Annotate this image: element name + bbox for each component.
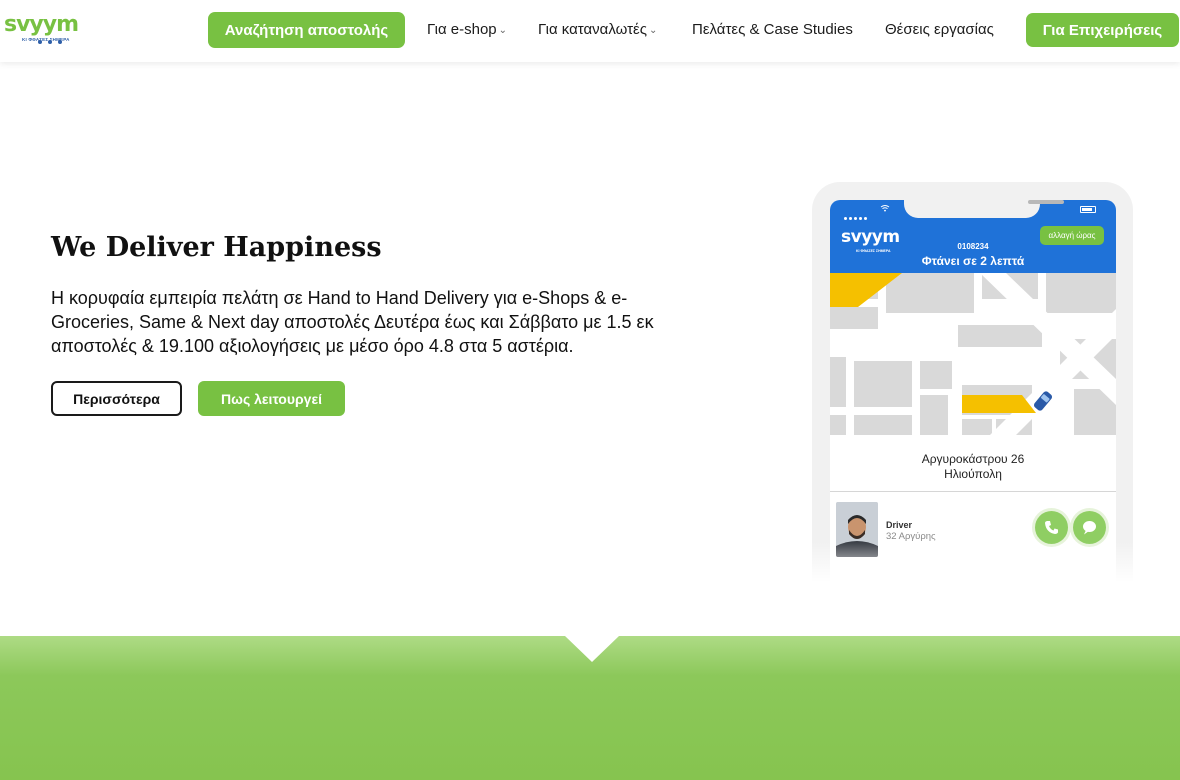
signal-icon (844, 207, 869, 225)
nav-item-clients-case-studies[interactable]: Πελάτες & Case Studies (692, 21, 853, 38)
wifi-icon (880, 205, 890, 212)
for-business-button[interactable]: Για Επιχειρήσεις (1026, 13, 1179, 47)
main-nav: Για e-shop ⌄ Για καταναλωτές ⌄ Πελάτες & C… (0, 21, 1180, 41)
phone-icon (1045, 521, 1058, 534)
eta-text: Φτάνει σε 2 λεπτά (921, 254, 1025, 268)
order-number: 0108234 (957, 242, 989, 251)
site-header: svyym ΚΙ ΦΘΑΣΕΣ ΣΗΜΕΡΑ Αναζήτηση αποστολ… (0, 0, 1180, 62)
driver-label: Driver (886, 520, 913, 530)
hero-title: We Deliver Happiness (51, 232, 382, 263)
phone-notch (904, 200, 1064, 218)
call-driver-button[interactable] (1035, 511, 1068, 544)
nav-item-eshop[interactable]: Για e-shop ⌄ (427, 21, 507, 38)
phone-mockup: svyym ΚΙ ΦΘΑΣΕΣ ΣΗΜΕΡΑ αλλαγή ώρας 01082… (812, 182, 1133, 582)
nav-item-careers[interactable]: Θέσεις εργασίας (885, 21, 994, 38)
nav-item-label: Πελάτες & Case Studies (692, 21, 853, 38)
more-button[interactable]: Περισσότερα (51, 381, 182, 416)
nav-item-label: Για e-shop (427, 21, 497, 38)
address-street: Αργυροκάστρου 26 (921, 452, 1025, 466)
message-driver-button[interactable] (1073, 511, 1106, 544)
hero-description: Η κορυφαία εμπειρία πελάτη σε Hand to Ha… (51, 288, 654, 356)
driver-avatar (836, 502, 878, 557)
nav-item-label: Για καταναλωτές (538, 21, 647, 38)
delivery-address: Αργυροκάστρου 26 Ηλιούπολη (830, 452, 1116, 482)
address-area: Ηλιούπολη (944, 467, 1002, 481)
divider (830, 491, 1116, 492)
chevron-down-icon: ⌄ (498, 25, 508, 36)
app-header: svyym ΚΙ ΦΘΑΣΕΣ ΣΗΜΕΡΑ αλλαγή ώρας 01082… (830, 200, 1116, 273)
chat-bubble-icon (1083, 521, 1096, 535)
phone-screen: svyym ΚΙ ΦΘΑΣΕΣ ΣΗΜΕΡΑ αλλαγή ώρας 01082… (830, 200, 1116, 582)
delivery-map (830, 273, 1116, 435)
nav-item-label: Θέσεις εργασίας (885, 21, 994, 38)
chevron-down-icon: ⌄ (648, 25, 658, 36)
driver-name: 32 Αργύρης (886, 531, 936, 542)
section-pointer (565, 636, 619, 662)
how-it-works-button[interactable]: Πως λειτουργεί (198, 381, 345, 416)
battery-icon (1080, 206, 1096, 213)
nav-item-consumers[interactable]: Για καταναλωτές ⌄ (538, 21, 657, 38)
